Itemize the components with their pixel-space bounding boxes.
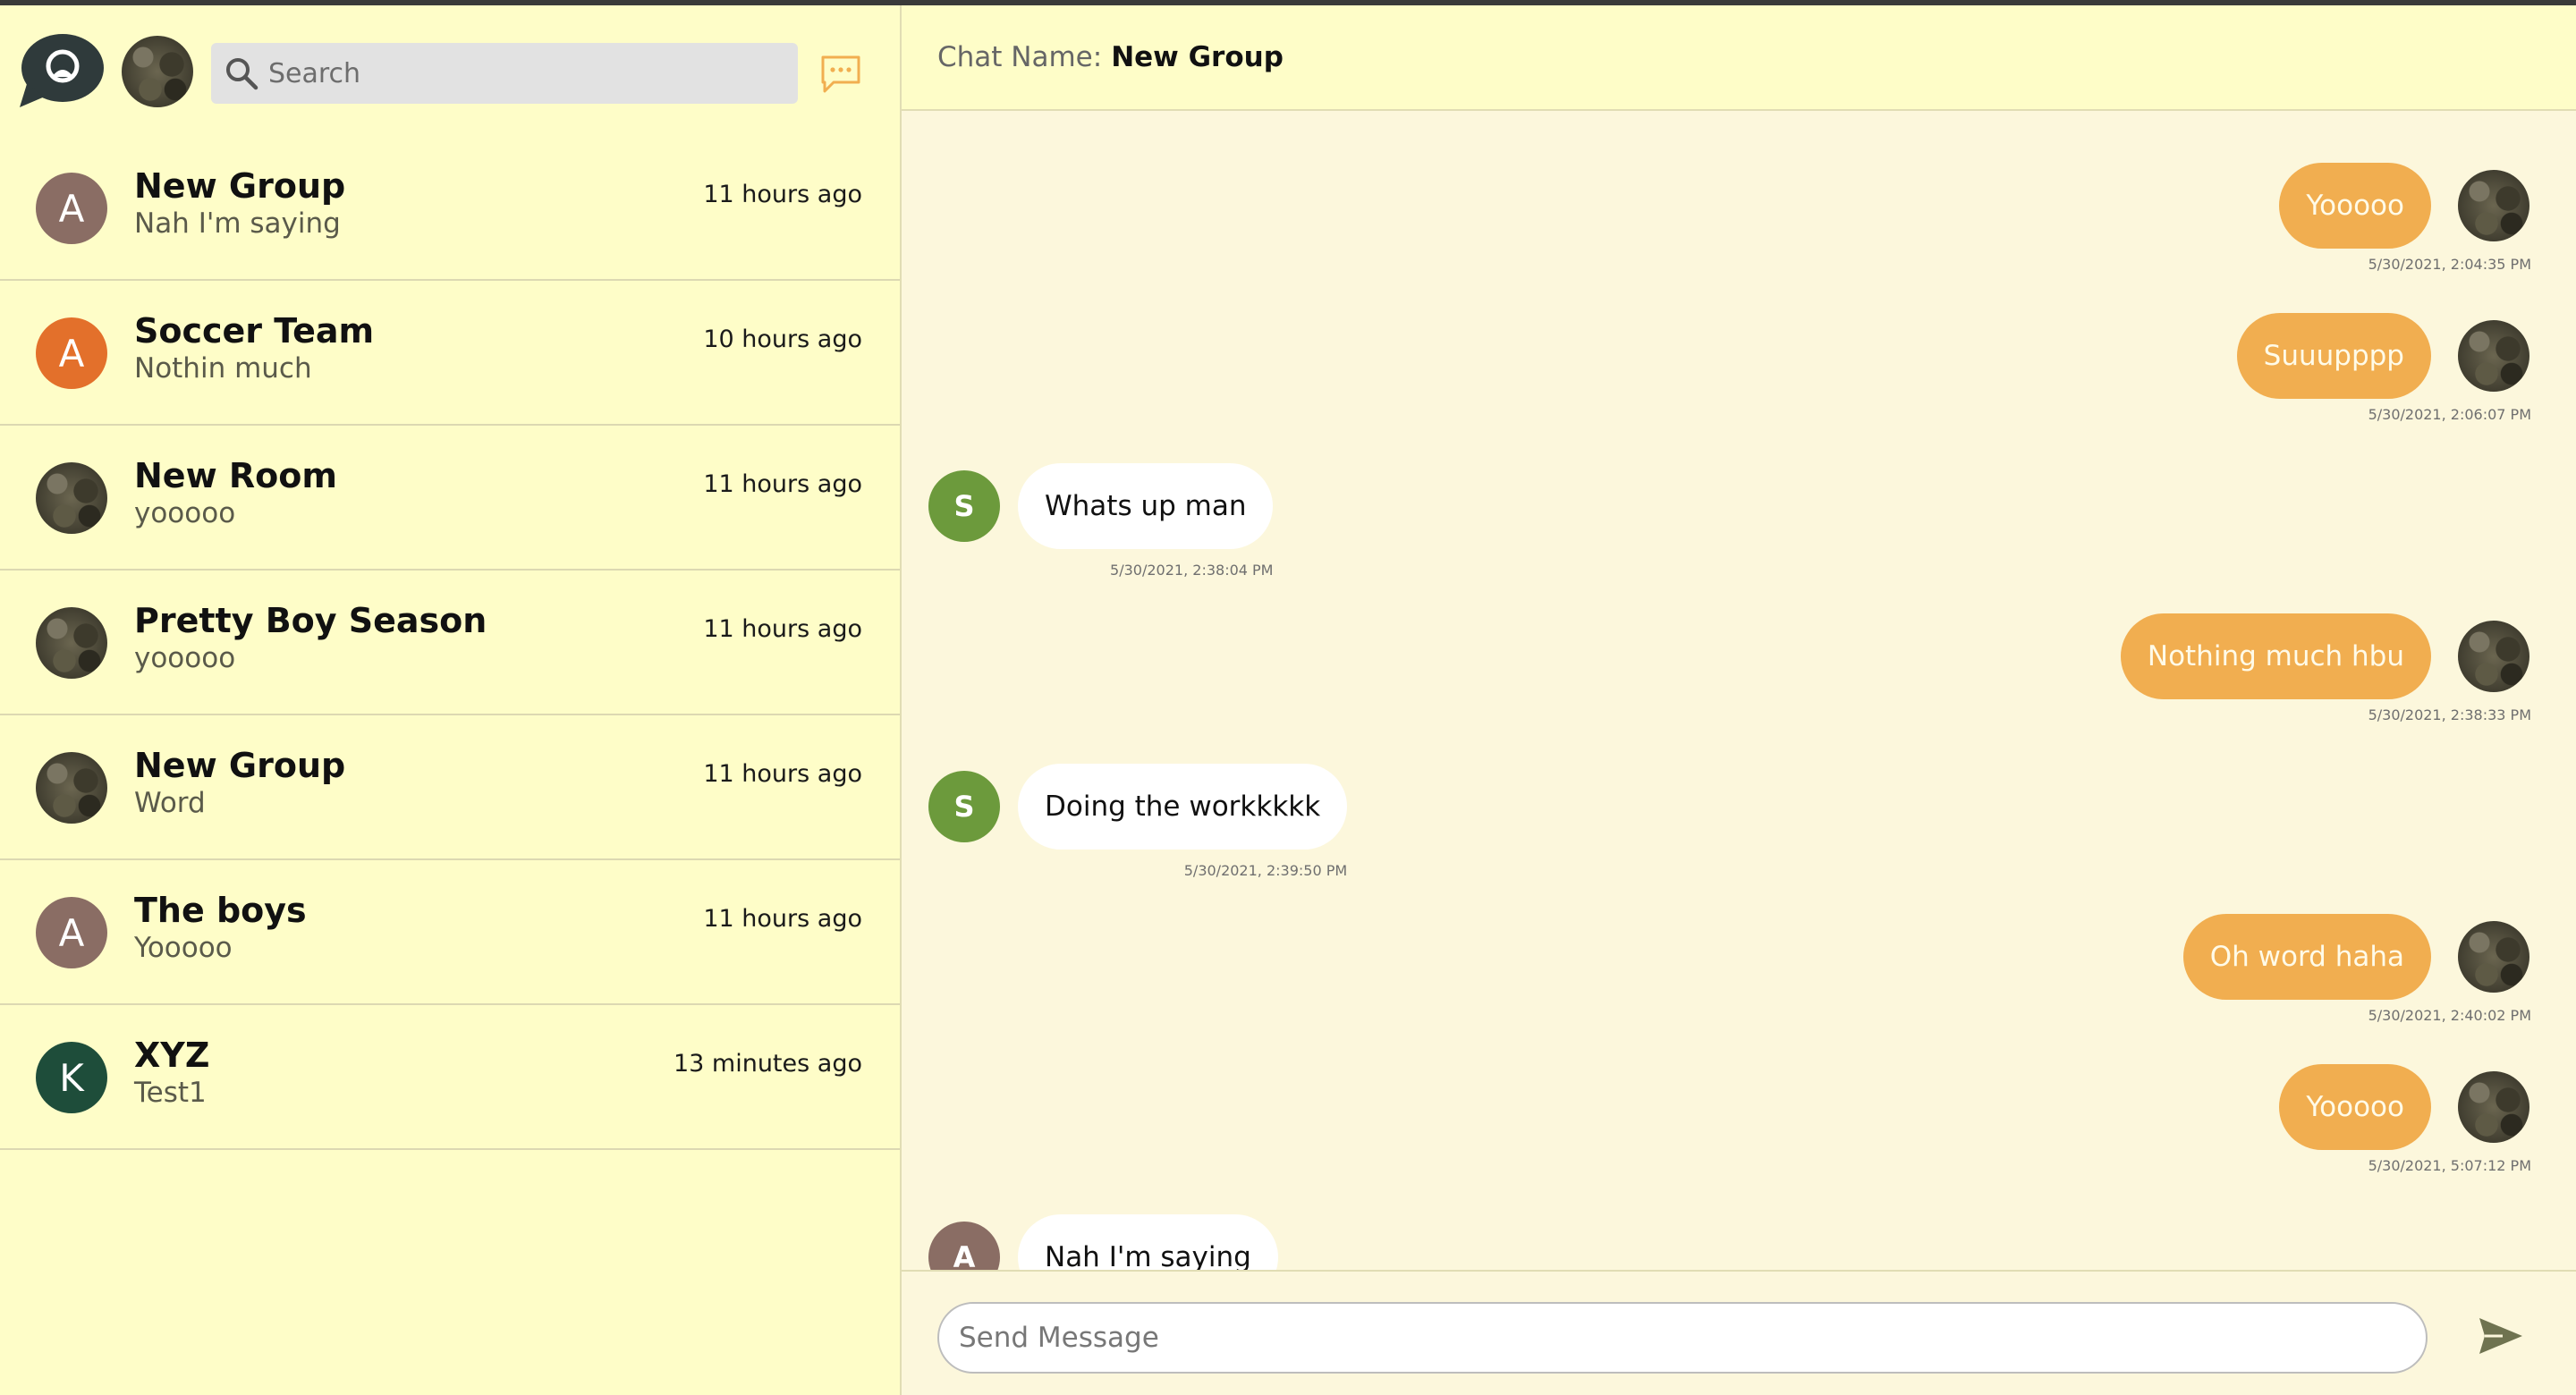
chat-list-item[interactable]: A Soccer Team Nothin much 10 hours ago xyxy=(0,281,900,426)
chat-name: Pretty Boy Season xyxy=(134,601,487,640)
message-avatar xyxy=(2458,1071,2529,1143)
message-avatar xyxy=(2458,320,2529,392)
chat-name: XYZ xyxy=(134,1036,210,1075)
chat-header: Chat Name: New Group xyxy=(902,5,2576,111)
chat-last-message: Test1 xyxy=(134,1077,207,1109)
chat-list-item[interactable]: Pretty Boy Season yooooo 11 hours ago xyxy=(0,571,900,715)
chat-list-item[interactable]: A New Group Nah I'm saying 11 hours ago xyxy=(0,136,900,281)
outgoing-message: Suuupppp 5/30/2021, 2:06:07 PM xyxy=(902,313,2576,463)
message-bubble[interactable]: Oh word haha xyxy=(2182,914,2431,1000)
chat-panel: Chat Name: New Group Yooooo 5/30/2021, 2:… xyxy=(902,5,2576,1395)
chat-name: New Group xyxy=(1111,41,1284,73)
message-avatar: S xyxy=(928,771,1000,842)
chat-app: ANew GroupNah I'm saying11 hours agoASoc… xyxy=(0,0,2576,1395)
message-timestamp: 5/30/2021, 2:40:02 PM xyxy=(2368,1007,2531,1024)
chat-avatar: K xyxy=(36,1042,107,1113)
message-avatar: S xyxy=(928,470,1000,542)
message-timestamp: 5/30/2021, 5:07:12 PM xyxy=(2368,1157,2531,1174)
chat-timestamp: 11 hours ago xyxy=(703,181,862,208)
incoming-message: Whats up man S 5/30/2021, 2:38:04 PM xyxy=(902,463,2576,613)
chat-name: The boys xyxy=(134,891,307,930)
chat-name-label: Chat Name: xyxy=(937,41,1103,73)
search-input[interactable] xyxy=(268,57,787,89)
message-avatar xyxy=(2458,921,2529,993)
message-avatar: A xyxy=(928,1222,1000,1270)
search-icon xyxy=(226,58,258,90)
message-avatar xyxy=(2458,170,2529,241)
message-composer xyxy=(902,1270,2576,1395)
incoming-message: Doing the workkkkk S 5/30/2021, 2:39:50 PM xyxy=(902,764,2576,914)
message-bubble[interactable]: Whats up man xyxy=(1018,463,1274,549)
message-timestamp: 5/30/2021, 2:04:35 PM xyxy=(2368,256,2531,273)
chat-last-message: yooooo xyxy=(134,642,236,674)
chat-timestamp: 10 hours ago xyxy=(703,326,862,353)
message-avatar xyxy=(2458,621,2529,692)
send-icon[interactable] xyxy=(2476,1315,2526,1357)
sidebar-header xyxy=(0,5,900,136)
chat-last-message: Nothin much xyxy=(134,352,312,385)
chat-name: New Group xyxy=(134,166,346,206)
message-bubble[interactable]: Suuupppp xyxy=(2236,313,2431,399)
outgoing-message: Oh word haha 5/30/2021, 2:40:02 PM xyxy=(902,914,2576,1064)
message-timestamp: 5/30/2021, 2:39:50 PM xyxy=(1183,862,1348,879)
message-timestamp: 5/30/2021, 2:38:33 PM xyxy=(2368,706,2531,723)
outgoing-message: Yooooo 5/30/2021, 5:07:12 PM xyxy=(902,1064,2576,1214)
chat-name: Soccer Team xyxy=(134,311,375,351)
message-bubble[interactable]: Yooooo xyxy=(2279,1064,2431,1150)
chat-avatar xyxy=(36,752,107,824)
message-bubble[interactable]: Nothing much hbu xyxy=(2120,613,2431,699)
sidebar: ANew GroupNah I'm saying11 hours agoASoc… xyxy=(0,5,902,1395)
search-bar[interactable] xyxy=(211,43,798,104)
chat-bubble-logo-icon[interactable] xyxy=(18,32,104,107)
incoming-message: Nah I'm saying A xyxy=(902,1214,2576,1270)
chat-avatar xyxy=(36,607,107,679)
chat-list-item[interactable]: A The boys Yooooo 11 hours ago xyxy=(0,860,900,1005)
chat-timestamp: 11 hours ago xyxy=(703,470,862,498)
chat-avatar xyxy=(36,462,107,534)
chat-avatar: A xyxy=(36,173,107,244)
message-bubble[interactable]: Yooooo xyxy=(2279,163,2431,249)
chat-name: New Group xyxy=(134,746,346,785)
chat-last-message: Word xyxy=(134,787,206,819)
outgoing-message: Yooooo 5/30/2021, 2:04:35 PM xyxy=(902,163,2576,313)
chat-avatar: A xyxy=(36,317,107,389)
chat-timestamp: 11 hours ago xyxy=(703,905,862,933)
new-chat-icon[interactable] xyxy=(819,54,862,93)
chat-timestamp: 11 hours ago xyxy=(703,615,862,643)
chat-last-message: yooooo xyxy=(134,497,236,529)
chat-timestamp: 13 minutes ago xyxy=(673,1050,862,1078)
message-bubble[interactable]: Doing the workkkkk xyxy=(1018,764,1348,850)
chat-name: New Room xyxy=(134,456,337,495)
user-avatar[interactable] xyxy=(122,36,193,107)
chat-list: A New Group Nah I'm saying 11 hours ago A Soc… xyxy=(0,136,900,1150)
chat-list-item[interactable]: New Group Word 11 hours ago xyxy=(0,715,900,860)
message-timestamp: 5/30/2021, 2:06:07 PM xyxy=(2368,406,2531,423)
outgoing-message: Nothing much hbu 5/30/2021, 2:38:33 PM xyxy=(902,613,2576,764)
chat-list-item[interactable]: K XYZ Test1 13 minutes ago xyxy=(0,1005,900,1150)
message-bubble[interactable]: Nah I'm saying xyxy=(1018,1214,1278,1270)
chat-avatar: A xyxy=(36,897,107,968)
message-input[interactable] xyxy=(937,1302,2428,1374)
chat-timestamp: 11 hours ago xyxy=(703,760,862,788)
chat-last-message: Yooooo xyxy=(134,932,233,964)
message-list[interactable]: Yooooo 5/30/2021, 2:04:35 PM Suuupppp 5/30/… xyxy=(902,113,2576,1270)
message-timestamp: 5/30/2021, 2:38:04 PM xyxy=(1110,562,1274,579)
chat-list-item[interactable]: New Room yooooo 11 hours ago xyxy=(0,426,900,571)
chat-last-message: Nah I'm saying xyxy=(134,207,341,240)
